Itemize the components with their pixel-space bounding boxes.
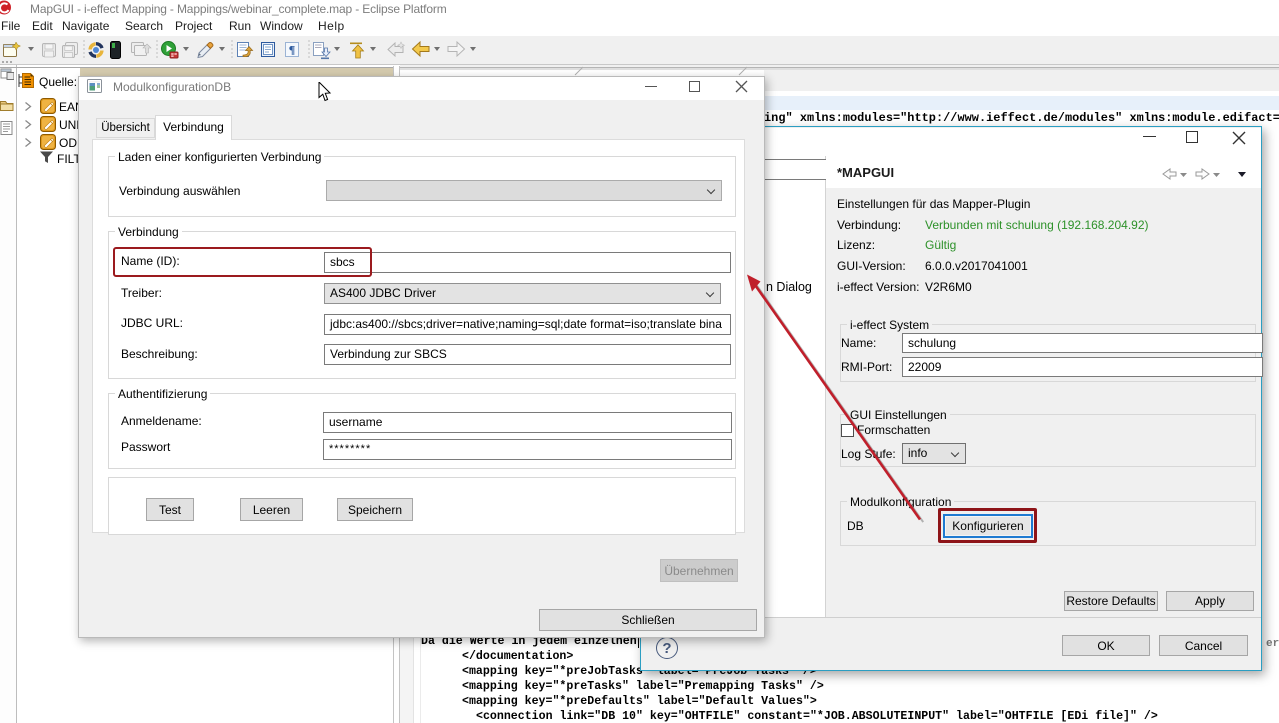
svg-text:¶: ¶ <box>289 43 295 57</box>
